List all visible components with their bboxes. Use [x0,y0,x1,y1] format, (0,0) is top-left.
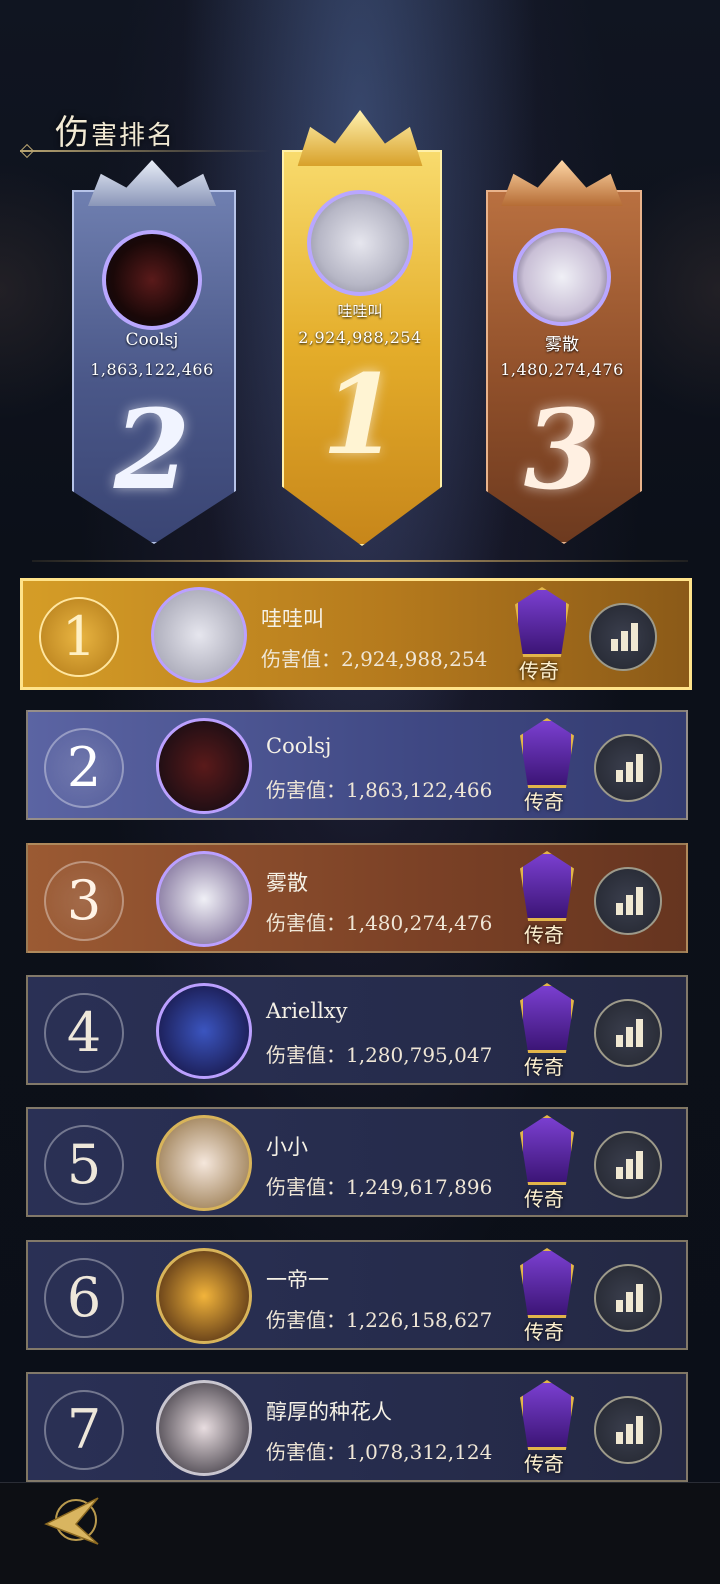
damage-value: 伤害值：1,863,122,466 [266,778,493,802]
bar-chart-icon[interactable] [589,603,657,671]
avatar[interactable] [102,230,202,330]
avatar[interactable] [156,1248,252,1344]
ranking-row[interactable]: 4 Ariellxy 伤害值：1,280,795,047 传奇 [26,975,688,1085]
bar-chart-icon[interactable] [594,1264,662,1332]
damage-value: 伤害值：2,924,988,254 [261,647,488,671]
podium-rank-3[interactable]: 雾散 1,480,274,476 3 [486,160,642,544]
badge-label: 传奇 [524,1452,564,1476]
legend-badge: 传奇 [506,714,582,818]
legend-badge: 传奇 [506,979,582,1083]
badge-label: 传奇 [524,1055,564,1079]
legend-badge: 传奇 [501,583,577,687]
legend-badge: 传奇 [506,847,582,951]
badge-label: 传奇 [524,1187,564,1211]
badge-label: 传奇 [519,659,559,683]
rank-number: 4 [44,993,124,1073]
back-arrow-icon[interactable] [36,1490,106,1550]
bar-chart-icon[interactable] [594,1396,662,1464]
legend-emblem-icon [515,587,569,657]
damage-value: 伤害值：1,480,274,476 [266,911,493,935]
player-name: Ariellxy [266,999,348,1023]
player-name: 小小 [266,1135,308,1159]
bar-chart-icon[interactable] [594,734,662,802]
avatar[interactable] [156,983,252,1079]
ranking-row[interactable]: 6 一帝一 伤害值：1,226,158,627 传奇 [26,1240,688,1350]
bar-chart-icon[interactable] [594,999,662,1067]
damage-value: 伤害值：1,280,795,047 [266,1043,493,1067]
badge-label: 传奇 [524,923,564,947]
player-name: 一帝一 [266,1268,329,1292]
legend-emblem-icon [520,851,574,921]
legend-emblem-icon [520,1115,574,1185]
divider [32,560,688,562]
podium-score: 2,924,988,254 [298,328,422,347]
title-underline [20,150,270,152]
avatar[interactable] [307,190,413,296]
player-name: 醇厚的种花人 [266,1400,392,1424]
podium-rank-number: 1 [321,350,399,479]
legend-badge: 传奇 [506,1244,582,1348]
badge-label: 传奇 [524,1320,564,1344]
player-name: Coolsj [266,734,332,758]
ranking-row[interactable]: 3 雾散 伤害值：1,480,274,476 传奇 [26,843,688,953]
legend-emblem-icon [520,1248,574,1318]
legend-badge: 传奇 [506,1111,582,1215]
damage-value: 伤害值：1,078,312,124 [266,1440,493,1464]
damage-value: 伤害值：1,226,158,627 [266,1308,493,1332]
podium-rank-2[interactable]: Coolsj 1,863,122,466 2 [72,160,236,544]
podium-name: 雾散 [545,335,579,355]
ranking-row[interactable]: 7 醇厚的种花人 伤害值：1,078,312,124 传奇 [26,1372,688,1482]
rank-number: 6 [44,1258,124,1338]
badge-label: 传奇 [524,790,564,814]
podium-rank-number: 2 [113,385,191,514]
ranking-row[interactable]: 2 Coolsj 伤害值：1,863,122,466 传奇 [26,710,688,820]
bar-chart-icon[interactable] [594,867,662,935]
rank-number: 3 [44,861,124,941]
rank-number: 2 [44,728,124,808]
avatar[interactable] [151,587,247,683]
podium-score: 1,480,274,476 [500,360,624,379]
avatar[interactable] [513,228,611,326]
damage-value: 伤害值：1,249,617,896 [266,1175,493,1199]
podium-rank-number: 3 [523,385,601,514]
rank-number: 5 [44,1125,124,1205]
ranking-row[interactable]: 5 小小 伤害值：1,249,617,896 传奇 [26,1107,688,1217]
podium-name: Coolsj [125,330,179,350]
avatar[interactable] [156,851,252,947]
legend-emblem-icon [520,718,574,788]
avatar[interactable] [156,1115,252,1211]
page-title: 伤害排名 [55,113,176,153]
legend-emblem-icon [520,1380,574,1450]
player-name: 雾散 [266,871,308,895]
avatar[interactable] [156,718,252,814]
rank-number: 7 [44,1390,124,1470]
rank-number: 1 [39,597,119,677]
legend-emblem-icon [520,983,574,1053]
avatar[interactable] [156,1380,252,1476]
podium-name: 哇哇叫 [337,302,383,320]
podium-rank-1[interactable]: 哇哇叫 2,924,988,254 1 [282,110,442,546]
bar-chart-icon[interactable] [594,1131,662,1199]
bottom-bar [0,1482,720,1584]
player-name: 哇哇叫 [261,607,324,631]
legend-badge: 传奇 [506,1376,582,1480]
podium-score: 1,863,122,466 [90,360,214,379]
ranking-row[interactable]: 1 哇哇叫 伤害值：2,924,988,254 传奇 [20,578,692,690]
